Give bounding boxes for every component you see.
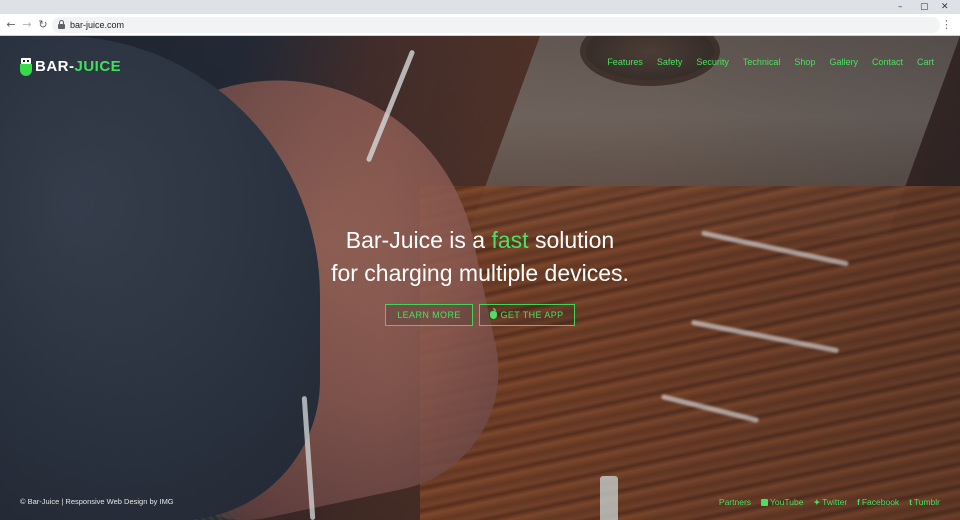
browser-chrome: – ▢ ✕ ← → ↻ bar-juice.com ⋮ [0, 0, 960, 36]
site-logo[interactable]: BAR-JUICE [20, 57, 121, 77]
main-nav: Features Safety Security Technical Shop … [607, 56, 934, 68]
footer-link-partners[interactable]: Partners [719, 497, 751, 508]
footer-link-youtube[interactable]: YouTube [761, 497, 803, 508]
apple-icon [490, 308, 498, 319]
minimize-button[interactable]: – [898, 1, 903, 13]
footer-links: Partners YouTube ✦ Twitter f Facebook t Tum… [719, 497, 940, 508]
address-bar[interactable]: bar-juice.com [52, 17, 940, 33]
nav-link-technical[interactable]: Technical [743, 56, 781, 68]
nav-link-gallery[interactable]: Gallery [829, 56, 858, 68]
facebook-icon: f [857, 498, 860, 507]
nav-link-features[interactable]: Features [607, 56, 643, 68]
nav-link-shop[interactable]: Shop [794, 56, 815, 68]
close-window-button[interactable]: ✕ [941, 1, 949, 13]
browser-menu-icon[interactable]: ⋮ [941, 18, 952, 32]
footer-link-tumblr[interactable]: t Tumblr [909, 497, 940, 508]
title-bar [0, 0, 960, 14]
plug-shield-icon [20, 58, 32, 76]
headline-line-2: for charging multiple devices. [331, 260, 629, 286]
headline-line-1: Bar-Juice is a fast solution [345, 227, 615, 253]
browser-toolbar: ← → ↻ bar-juice.com ⋮ [0, 14, 960, 36]
reload-icon[interactable]: ↻ [36, 18, 50, 32]
back-arrow-icon[interactable]: ← [4, 18, 18, 32]
forward-arrow-icon[interactable]: → [20, 18, 34, 32]
url-text[interactable]: bar-juice.com [70, 19, 124, 31]
nav-link-security[interactable]: Security [696, 56, 729, 68]
nav-link-contact[interactable]: Contact [872, 56, 903, 68]
learn-more-button[interactable]: LEARN MORE [385, 304, 473, 326]
copyright-text: © Bar-Juice | Responsive Web Design by I… [20, 497, 174, 506]
hero-headline: Bar-Juice is a fast solution for chargin… [180, 224, 780, 290]
restore-button[interactable]: ▢ [920, 1, 929, 13]
tumblr-icon: t [909, 498, 912, 507]
lock-icon [58, 20, 65, 29]
footer-link-twitter[interactable]: ✦ Twitter [813, 497, 847, 508]
nav-link-safety[interactable]: Safety [657, 56, 683, 68]
get-the-app-button[interactable]: GET THE APP [479, 304, 575, 326]
youtube-icon [761, 499, 769, 506]
footer-link-facebook[interactable]: f Facebook [857, 497, 899, 508]
logo-wordmark: BAR-JUICE [35, 58, 122, 75]
headline-highlight: fast [491, 227, 529, 253]
twitter-icon: ✦ [813, 498, 821, 507]
nav-link-cart[interactable]: Cart [917, 56, 934, 68]
